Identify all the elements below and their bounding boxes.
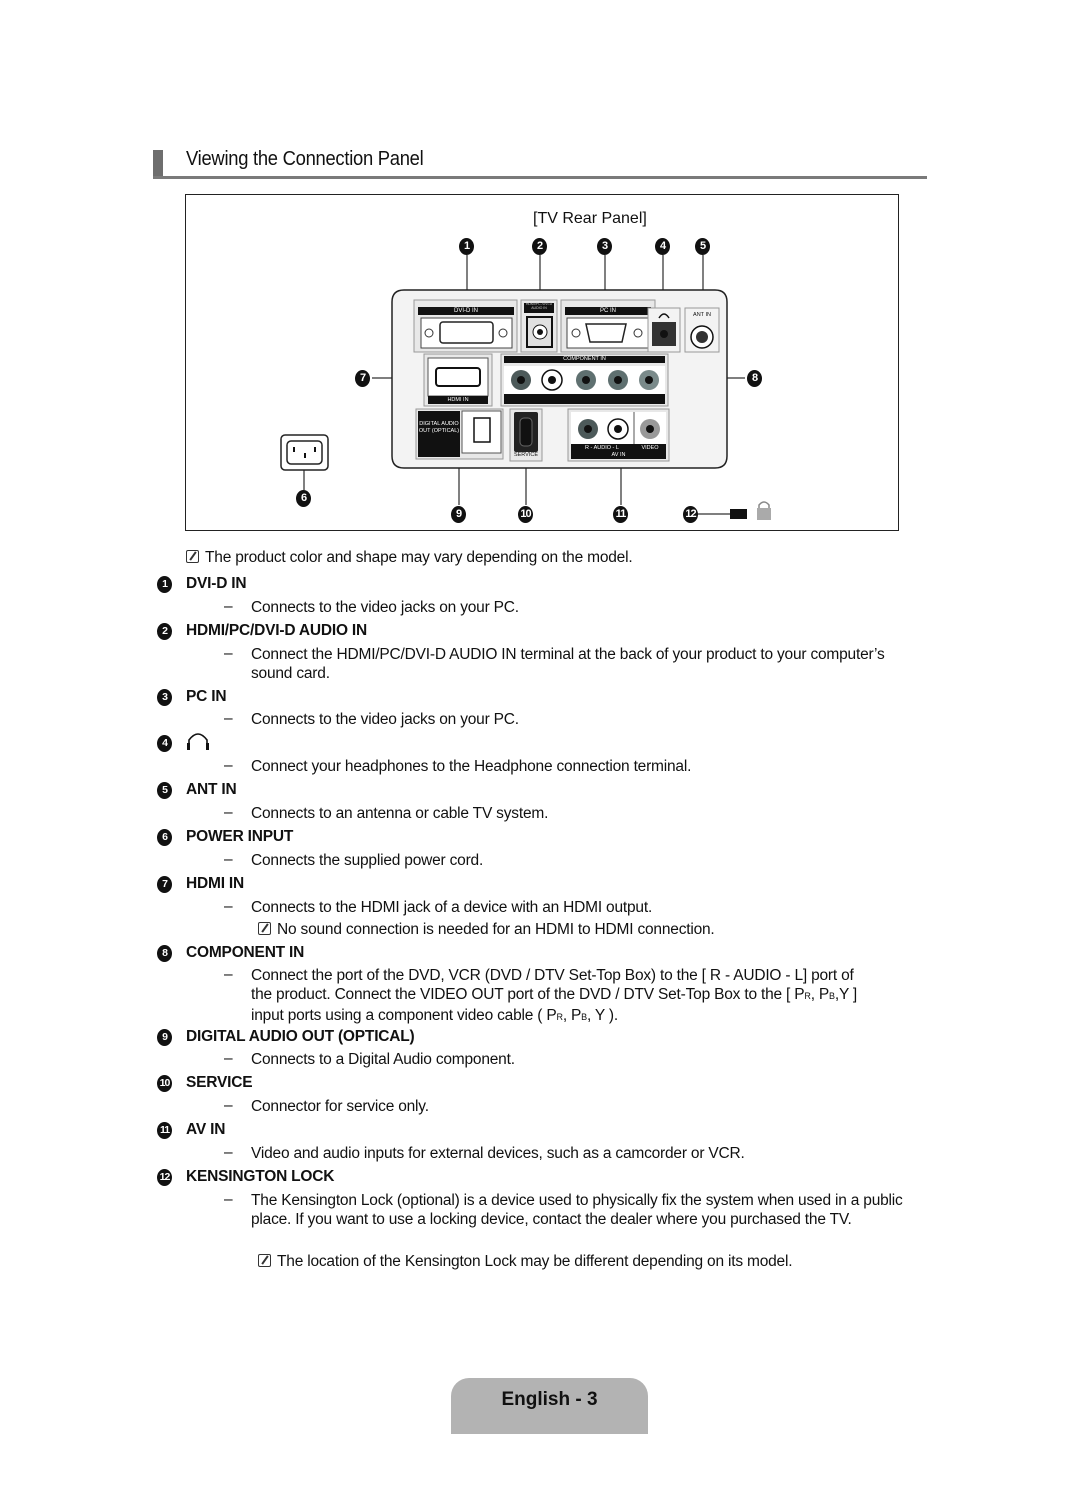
callout-badge: 12 xyxy=(683,506,698,523)
section-desc: Connects to the HDMI jack of a device wi… xyxy=(251,899,653,916)
section-desc: Connects the supplied power cord. xyxy=(251,852,484,869)
tv-rear-panel-diagram xyxy=(280,255,771,520)
section-badge: 2 xyxy=(157,623,172,640)
section-title-av-in: AV IN xyxy=(186,1121,226,1138)
callout-badge: 9 xyxy=(451,506,466,523)
dash: – xyxy=(224,1144,233,1161)
callout-badge: 3 xyxy=(597,238,612,255)
dash: – xyxy=(224,898,233,915)
dash: – xyxy=(224,1191,233,1208)
label-ant-in: ANT IN xyxy=(693,312,711,318)
section-title-kensington-lock: KENSINGTON LOCK xyxy=(186,1168,335,1185)
section-badge: 10 xyxy=(157,1075,172,1092)
dash: – xyxy=(224,804,233,821)
callout-badge: 1 xyxy=(459,238,474,255)
section-desc: Video and audio inputs for external devi… xyxy=(251,1145,745,1162)
note-icon xyxy=(186,550,199,563)
section-desc: Connect the port of the DVD, VCR (DVD / … xyxy=(251,966,931,1027)
section-desc: Connects to the video jacks on your PC. xyxy=(251,599,519,616)
label-av-video: VIDEO xyxy=(641,445,659,451)
section-desc: Connect the HDMI/PC/DVI-D AUDIO IN termi… xyxy=(251,646,885,682)
section-badge: 5 xyxy=(157,782,172,799)
label-av-in: AV IN xyxy=(611,452,626,458)
section-badge: 8 xyxy=(157,945,172,962)
dash: – xyxy=(224,710,233,727)
section-badge: 6 xyxy=(157,829,172,846)
section-note-text: The location of the Kensington Lock may … xyxy=(277,1253,793,1270)
section-badge: 9 xyxy=(157,1029,172,1046)
text: , P xyxy=(810,986,830,1003)
text: input ports using a component video cabl… xyxy=(251,1007,557,1024)
section-badge: 11 xyxy=(157,1122,172,1139)
dash: – xyxy=(224,598,233,615)
callout-badge: 5 xyxy=(695,238,710,255)
lock-icon xyxy=(757,501,771,520)
dash: – xyxy=(224,645,233,662)
desc-line: Connect the port of the DVD, VCR (DVD / … xyxy=(251,967,854,984)
section-desc: The Kensington Lock (optional) is a devi… xyxy=(251,1192,903,1228)
kensington-slot xyxy=(730,509,747,519)
section-title-ant-in: ANT IN xyxy=(186,781,237,798)
dash: – xyxy=(224,851,233,868)
section-title-audio-in: HDMI/PC/DVI-D AUDIO IN xyxy=(186,622,368,639)
dash: – xyxy=(224,1097,233,1114)
note-icon xyxy=(258,1254,271,1267)
section-badge: 12 xyxy=(157,1169,172,1186)
callout-badge: 6 xyxy=(296,490,311,507)
note-icon xyxy=(258,922,271,935)
text: the product. Connect the VIDEO OUT port … xyxy=(251,986,805,1003)
section-desc: Connector for service only. xyxy=(251,1098,429,1115)
section-desc: Connects to a Digital Audio component. xyxy=(251,1051,515,1068)
callout-badge: 4 xyxy=(655,238,670,255)
callout-badge: 11 xyxy=(613,506,628,523)
label-av-audio: R - AUDIO - L xyxy=(585,445,619,451)
label-dvi-d-in: DVI-D IN xyxy=(454,308,478,314)
section-title-pc-in: PC IN xyxy=(186,688,227,705)
figure-note: The product color and shape may vary dep… xyxy=(186,548,633,567)
callout-badge: 2 xyxy=(532,238,547,255)
section-title-digital-audio-out: DIGITAL AUDIO OUT (OPTICAL) xyxy=(186,1028,415,1045)
text: , P xyxy=(562,1007,582,1024)
figure-note-text: The product color and shape may vary dep… xyxy=(205,549,633,566)
section-desc: Connect your headphones to the Headphone… xyxy=(251,758,692,775)
headphone-icon xyxy=(187,733,209,750)
dash: – xyxy=(224,757,233,774)
page-number-tab: English - 3 xyxy=(451,1378,648,1434)
section-desc: Connects to an antenna or cable TV syste… xyxy=(251,805,549,822)
section-badge: 3 xyxy=(157,689,172,706)
label-component-in: COMPONENT IN xyxy=(563,356,606,362)
section-title-dvi-d-in: DVI-D IN xyxy=(186,575,247,592)
dash: – xyxy=(224,1050,233,1067)
section-note: The location of the Kensington Lock may … xyxy=(258,1252,793,1271)
section-badge: 7 xyxy=(157,876,172,893)
label-pc-in: PC IN xyxy=(599,308,616,314)
section-title-component-in: COMPONENT IN xyxy=(186,944,305,961)
callout-badge: 10 xyxy=(518,506,533,523)
section-title-power-input: POWER INPUT xyxy=(186,828,294,845)
label-hdmi-in: HDMI IN xyxy=(447,397,469,403)
label-service: SERVICE xyxy=(513,452,539,458)
label-audio-in: HDMI/PC /DVI-D AUDIO IN xyxy=(525,302,553,310)
text: ,Y ] xyxy=(834,986,858,1003)
section-note-text: No sound connection is needed for an HDM… xyxy=(277,921,715,938)
dash: – xyxy=(224,966,233,983)
section-badge: 4 xyxy=(157,735,172,752)
callout-badge: 7 xyxy=(355,370,370,387)
desc-line: input ports using a component video cabl… xyxy=(251,1006,931,1027)
label-digital-audio-out: DIGITAL AUDIO OUT (OPTICAL) xyxy=(418,421,460,434)
callout-badge: 8 xyxy=(747,370,762,387)
text: , Y ). xyxy=(586,1007,618,1024)
section-title-service: SERVICE xyxy=(186,1074,253,1091)
section-desc: Connects to the video jacks on your PC. xyxy=(251,711,519,728)
desc-line: the product. Connect the VIDEO OUT port … xyxy=(251,985,931,1006)
section-badge: 1 xyxy=(157,576,172,593)
section-note: No sound connection is needed for an HDM… xyxy=(258,920,715,939)
section-title-hdmi-in: HDMI IN xyxy=(186,875,245,892)
